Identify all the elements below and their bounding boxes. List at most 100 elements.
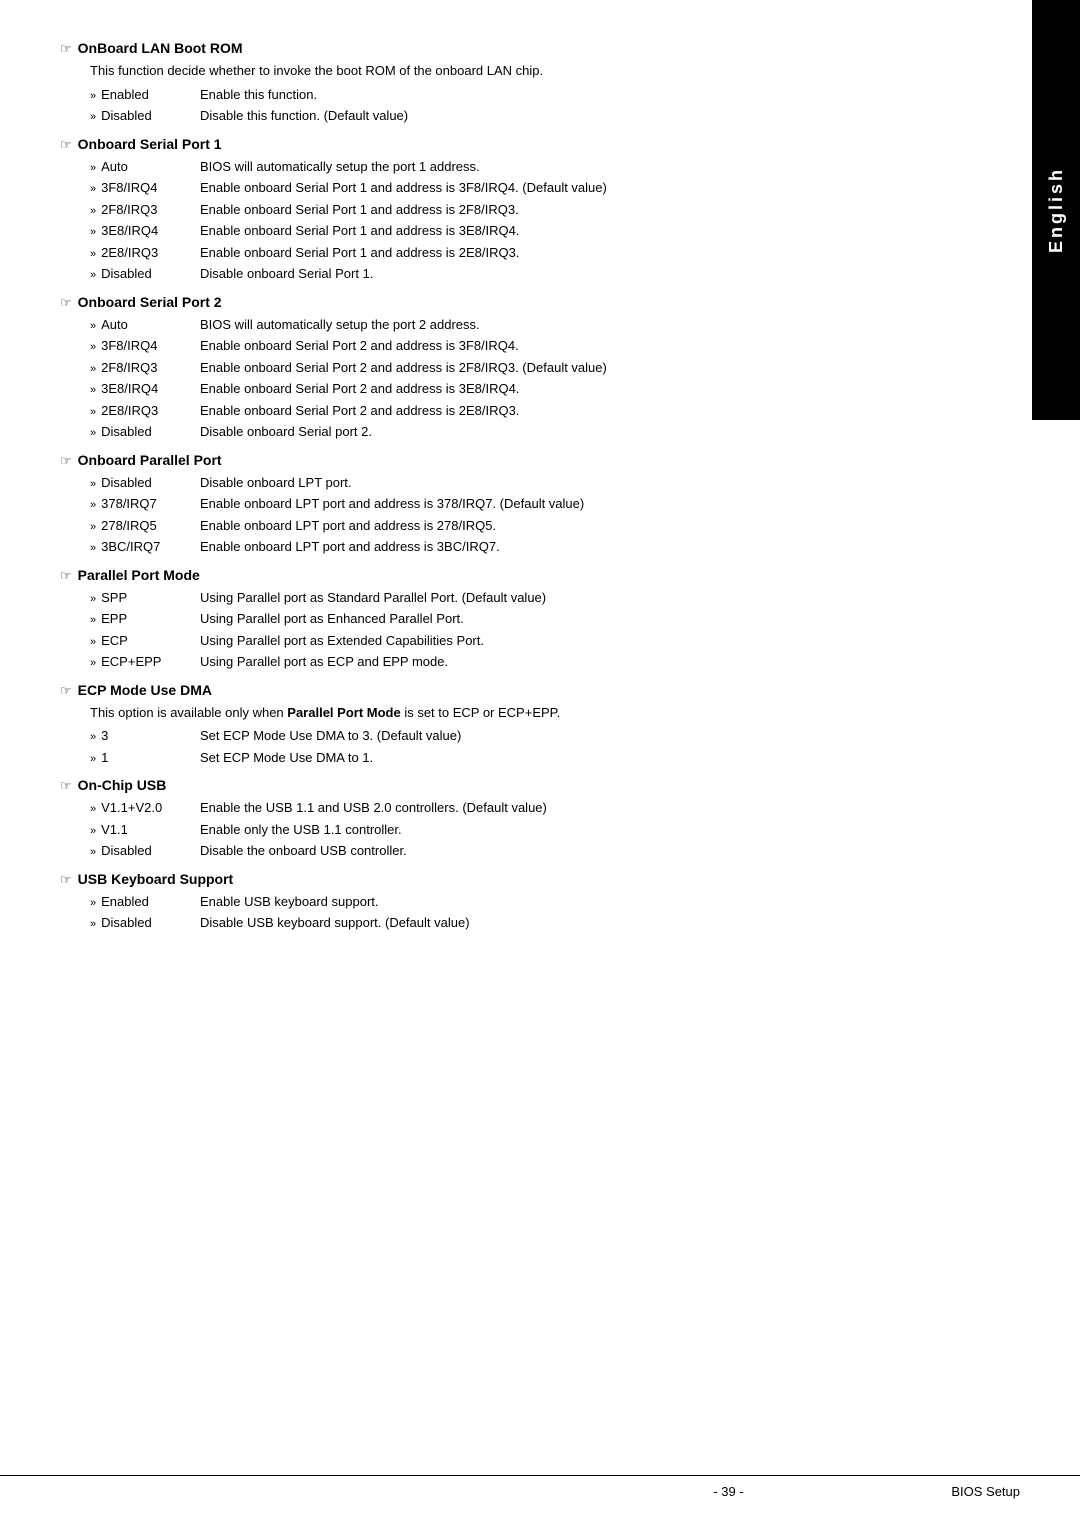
cursor-icon: ☞	[60, 568, 72, 584]
arrow-icon: »	[90, 203, 96, 220]
item-value-text: Enable onboard LPT port and address is 2…	[200, 516, 965, 536]
list-item: »3F8/IRQ4Enable onboard Serial Port 2 an…	[90, 336, 965, 356]
arrow-icon: »	[90, 224, 96, 241]
item-key-text: 2F8/IRQ3	[101, 200, 157, 220]
list-item: »EPPUsing Parallel port as Enhanced Para…	[90, 609, 965, 629]
item-key: »1	[90, 748, 200, 768]
list-item: » SPP Using Parallel port as Standard Para…	[90, 588, 965, 608]
item-key: »Enabled	[90, 892, 200, 912]
item-key-text: Disabled	[101, 106, 152, 126]
item-value-text: Disable this function. (Default value)	[200, 106, 965, 126]
arrow-icon: »	[90, 404, 96, 421]
section-title-text-onboard-parallel-port: Onboard Parallel Port	[78, 452, 222, 468]
arrow-icon: »	[90, 916, 96, 933]
item-value-text: Set ECP Mode Use DMA to 1.	[200, 748, 965, 768]
section-title-onboard-serial-port-1: ☞Onboard Serial Port 1	[60, 136, 965, 153]
list-item: »ECPUsing Parallel port as Extended Capa…	[90, 631, 965, 651]
item-value-text: Enable onboard Serial Port 1 and address…	[200, 221, 965, 241]
section-parallel-port-mode: ☞ Parallel Port Mode » SPP Using Parallel po…	[60, 567, 965, 672]
item-key-text: 3E8/IRQ4	[101, 221, 158, 241]
item-list-ecp-mode-use-dma: »3Set ECP Mode Use DMA to 3. (Default va…	[90, 726, 965, 767]
list-item: »3E8/IRQ4Enable onboard Serial Port 2 an…	[90, 379, 965, 399]
item-key: » 3F8/IRQ4	[90, 178, 200, 198]
list-item: »DisabledDisable onboard Serial port 2.	[90, 422, 965, 442]
arrow-icon: »	[90, 267, 96, 284]
arrow-icon: »	[90, 612, 96, 629]
item-value-text: Using Parallel port as Standard Parallel…	[200, 588, 965, 608]
item-key: »278/IRQ5	[90, 516, 200, 536]
item-value-text: Using Parallel port as ECP and EPP mode.	[200, 652, 965, 672]
list-item: »EnabledEnable USB keyboard support.	[90, 892, 965, 912]
item-key-text: SPP	[101, 588, 127, 608]
arrow-icon: »	[90, 382, 96, 399]
item-value-text: Enable onboard Serial Port 1 and address…	[200, 178, 965, 198]
item-value-text: Set ECP Mode Use DMA to 3. (Default valu…	[200, 726, 965, 746]
arrow-icon: »	[90, 476, 96, 493]
item-key: »ECP	[90, 631, 200, 651]
list-item: »1Set ECP Mode Use DMA to 1.	[90, 748, 965, 768]
arrow-icon: »	[90, 895, 96, 912]
arrow-icon: »	[90, 361, 96, 378]
item-key-text: Disabled	[101, 422, 152, 442]
section-onboard-serial-port-1: ☞Onboard Serial Port 1 » Auto BIOS will aut…	[60, 136, 965, 284]
list-item: » 3E8/IRQ4 Enable onboard Serial Port 1 an…	[90, 221, 965, 241]
item-list-onboard-serial-port-1: » Auto BIOS will automatically setup the p…	[90, 157, 965, 284]
arrow-icon: »	[90, 591, 96, 608]
main-content: ☞OnBoard LAN Boot ROMThis function decid…	[60, 40, 965, 933]
item-key: » SPP	[90, 588, 200, 608]
section-title-text-onboard-lan-boot-rom: OnBoard LAN Boot ROM	[78, 40, 243, 56]
item-list-onboard-parallel-port: »DisabledDisable onboard LPT port.»378/I…	[90, 473, 965, 557]
item-value-text: Disable onboard LPT port.	[200, 473, 965, 493]
section-title-usb-keyboard-support: ☞USB Keyboard Support	[60, 871, 965, 888]
list-item: »ECP+EPPUsing Parallel port as ECP and E…	[90, 652, 965, 672]
list-item: »378/IRQ7Enable onboard LPT port and add…	[90, 494, 965, 514]
item-key-text: 2F8/IRQ3	[101, 358, 157, 378]
sidebar-english-text: English	[1046, 167, 1067, 253]
item-key-text: 3	[101, 726, 108, 746]
item-list-on-chip-usb: »V1.1+V2.0Enable the USB 1.1 and USB 2.0…	[90, 798, 965, 861]
item-value-text: Enable onboard Serial Port 2 and address…	[200, 358, 965, 378]
list-item: »3Set ECP Mode Use DMA to 3. (Default va…	[90, 726, 965, 746]
item-key-text: 3F8/IRQ4	[101, 178, 157, 198]
footer: - 39 - BIOS Setup	[0, 1475, 1080, 1499]
arrow-icon: »	[90, 497, 96, 514]
item-value-text: Enable onboard Serial Port 1 and address…	[200, 200, 965, 220]
item-key: »3	[90, 726, 200, 746]
cursor-icon: ☞	[60, 295, 72, 311]
item-key: »378/IRQ7	[90, 494, 200, 514]
item-key: »Disabled	[90, 422, 200, 442]
item-key: » Disabled	[90, 264, 200, 284]
list-item: » 2F8/IRQ3 Enable onboard Serial Port 1 an…	[90, 200, 965, 220]
cursor-icon: ☞	[60, 41, 72, 57]
list-item: »AutoBIOS will automatically setup the p…	[90, 157, 965, 177]
item-key: »3F8/IRQ4	[90, 336, 200, 356]
item-value-text: BIOS will automatically setup the port 1…	[200, 157, 965, 177]
item-key-text: Disabled	[101, 841, 152, 861]
list-item: »DisabledDisable the onboard USB control…	[90, 841, 965, 861]
list-item: »V1.1Enable only the USB 1.1 controller.	[90, 820, 965, 840]
item-key-text: Disabled	[101, 913, 152, 933]
section-title-onboard-parallel-port: ☞Onboard Parallel Port	[60, 452, 965, 469]
section-title-text-parallel-port-mode: Parallel Port Mode	[78, 567, 200, 583]
item-value-text: Disable USB keyboard support. (Default v…	[200, 913, 965, 933]
item-key-text: Auto	[101, 157, 128, 177]
arrow-icon: »	[90, 751, 96, 768]
arrow-icon: »	[90, 109, 96, 126]
item-value-text: Using Parallel port as Enhanced Parallel…	[200, 609, 965, 629]
item-value-text: Enable this function.	[200, 85, 965, 105]
item-list-usb-keyboard-support: »EnabledEnable USB keyboard support.»Dis…	[90, 892, 965, 933]
section-on-chip-usb: ☞On-Chip USB»V1.1+V2.0Enable the USB 1.1…	[60, 777, 965, 861]
arrow-icon: »	[90, 181, 96, 198]
item-key-text: ECP+EPP	[101, 652, 161, 672]
item-value-text: Disable onboard Serial Port 1.	[200, 264, 965, 284]
list-item: »2E8/IRQ3Enable onboard Serial Port 2 an…	[90, 401, 965, 421]
cursor-icon: ☞	[60, 683, 72, 699]
item-value-text: Enable onboard Serial Port 2 and address…	[200, 401, 965, 421]
item-value-text: Using Parallel port as Extended Capabili…	[200, 631, 965, 651]
list-item: »DisabledDisable onboard LPT port.	[90, 473, 965, 493]
list-item: »278/IRQ5Enable onboard LPT port and add…	[90, 516, 965, 536]
item-key-text: Disabled	[101, 264, 152, 284]
item-key: »Disabled	[90, 473, 200, 493]
section-onboard-lan-boot-rom: ☞OnBoard LAN Boot ROMThis function decid…	[60, 40, 965, 126]
item-key-text: Enabled	[101, 85, 149, 105]
